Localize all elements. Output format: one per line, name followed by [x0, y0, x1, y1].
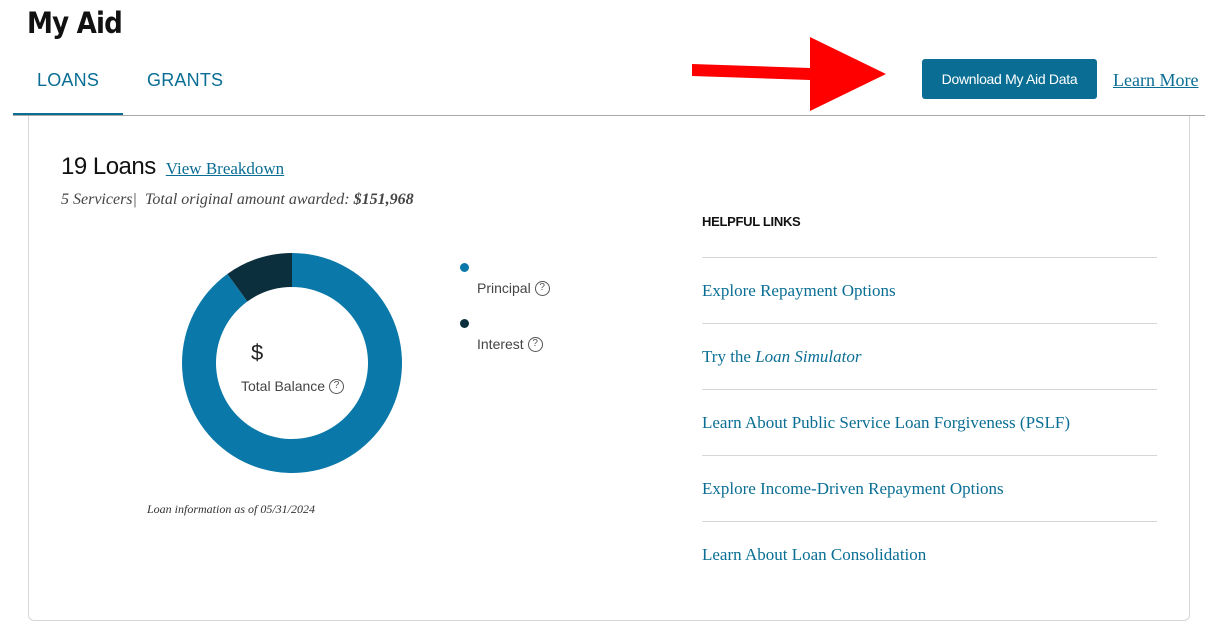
link-loan-simulator-prefix: Try the: [702, 346, 756, 366]
link-pslf[interactable]: Learn About Public Service Loan Forgiven…: [702, 389, 1157, 455]
tab-loans[interactable]: LOANS: [13, 58, 124, 116]
help-icon[interactable]: ?: [527, 336, 543, 352]
help-icon[interactable]: ?: [534, 280, 550, 296]
legend-item-interest: Interest ?: [477, 336, 543, 352]
red-arrow-annotation: [692, 37, 886, 111]
helpful-links-list: Explore Repayment Options Try the Loan S…: [702, 257, 1157, 587]
servicers-count: 5 Servicers: [61, 191, 133, 208]
link-loan-simulator[interactable]: Try the Loan Simulator: [702, 323, 1157, 389]
link-loan-simulator-italic: Loan Simulator: [755, 346, 862, 366]
loan-info-date: Loan information as of 05/31/2024: [147, 502, 316, 516]
link-loan-consolidation[interactable]: Learn About Loan Consolidation: [702, 521, 1157, 587]
tab-bar: LOANS GRANTS: [13, 58, 247, 116]
total-awarded-label: Total original amount awarded:: [144, 191, 350, 208]
loans-heading: 19 Loans View Breakdown: [61, 153, 284, 181]
balance-donut-chart: [181, 253, 402, 473]
download-my-aid-data-button[interactable]: Download My Aid Data: [922, 59, 1097, 99]
donut-slice-principal: [181, 253, 402, 473]
loans-summary: 5 Servicers| Total original amount award…: [61, 191, 414, 208]
link-income-driven-repayment[interactable]: Explore Income-Driven Repayment Options: [702, 455, 1157, 521]
page-title: My Aid: [27, 6, 123, 40]
helpful-links-heading: HELPFUL LINKS: [702, 214, 801, 229]
total-balance-label: Total Balance ?: [241, 378, 345, 394]
legend-label-interest: Interest: [477, 336, 524, 352]
link-explore-repayment-options[interactable]: Explore Repayment Options: [702, 257, 1157, 323]
legend-label-principal: Principal: [477, 280, 531, 296]
center-dollar-symbol: $: [251, 340, 264, 365]
tab-grants[interactable]: GRANTS: [123, 58, 247, 116]
legend-dot-principal: [460, 263, 469, 272]
total-awarded-value: $151,968: [353, 191, 414, 208]
loans-card: 19 Loans View Breakdown 5 Servicers| Tot…: [28, 116, 1190, 621]
legend-dot-interest: [460, 319, 469, 328]
help-icon[interactable]: ?: [329, 378, 345, 394]
view-breakdown-link[interactable]: View Breakdown: [166, 159, 284, 179]
loans-count: 19 Loans: [61, 153, 156, 180]
legend-item-principal: Principal ?: [477, 280, 550, 296]
learn-more-link[interactable]: Learn More: [1113, 70, 1198, 91]
total-balance-text: Total Balance: [241, 378, 326, 394]
